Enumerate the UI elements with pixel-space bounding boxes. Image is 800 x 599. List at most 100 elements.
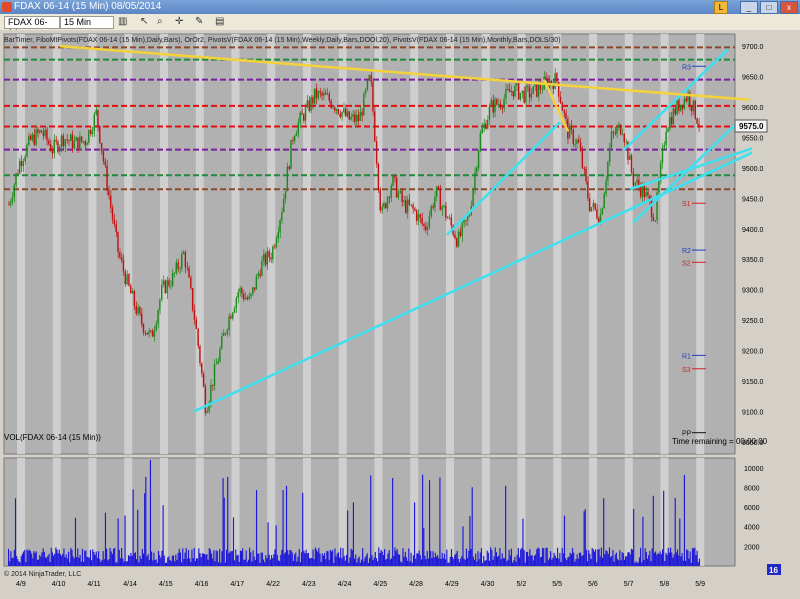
volume-bar: [627, 552, 629, 566]
volume-bar: [382, 555, 384, 566]
volume-bar: [378, 547, 380, 566]
volume-bar: [111, 553, 113, 566]
candle-body: [170, 285, 172, 287]
volume-bar: [190, 561, 192, 566]
volume-bar: [473, 559, 476, 566]
candle-body: [211, 384, 214, 386]
candle-body: [175, 262, 177, 273]
bars-icon[interactable]: ▥: [118, 16, 127, 27]
volume-bar: [396, 549, 398, 566]
volume-bar: [439, 477, 441, 566]
candle-body: [550, 80, 553, 84]
candle-body: [694, 100, 696, 119]
link-button[interactable]: L: [714, 1, 728, 14]
candle-body: [312, 97, 314, 104]
minimize-button[interactable]: _: [740, 1, 758, 14]
volume-bar: [379, 553, 381, 566]
volume-bar: [573, 552, 575, 566]
volume-bar: [239, 550, 241, 566]
volume-bar: [618, 560, 620, 566]
candle-body: [476, 167, 478, 173]
volume-bar: [422, 474, 424, 566]
candle-body: [461, 223, 463, 236]
volume-bar: [79, 555, 81, 566]
candle-body: [608, 147, 611, 162]
volume-bar: [266, 558, 268, 566]
volume-bar: [312, 549, 314, 566]
volume-bar: [544, 562, 546, 566]
volume-bar: [227, 476, 229, 566]
candle-body: [308, 100, 310, 111]
volume-bar: [616, 559, 619, 566]
candle-body: [636, 179, 638, 183]
volume-bar: [194, 561, 196, 566]
candle-body: [130, 285, 132, 294]
candle-body: [590, 207, 593, 211]
edit-icon[interactable]: ✎: [195, 16, 203, 27]
candle-body: [222, 333, 225, 336]
candle-body: [339, 113, 341, 118]
candle-body: [530, 93, 533, 98]
volume-bar: [204, 553, 206, 566]
volume-bar: [224, 562, 226, 566]
volume-bar: [516, 554, 518, 566]
app-icon: [2, 2, 12, 12]
volume-bar: [109, 547, 111, 566]
volume-bar: [530, 555, 532, 566]
volume-bar: [394, 547, 396, 566]
candle-body: [313, 88, 316, 104]
price-tick-label: 9250.0: [742, 318, 764, 325]
volume-bar: [294, 554, 296, 566]
candle-body: [292, 140, 294, 142]
volume-bar: [85, 550, 87, 566]
candle-body: [568, 125, 571, 139]
price-volume-chart[interactable]: 4/9 4/10 4/11 4/14 4/15 4/16 4/17 4/22 4/23 4/24 4…: [0, 30, 800, 594]
instrument-selector[interactable]: FDAX 06-14: [4, 16, 60, 38]
volume-bar: [40, 556, 42, 566]
close-button[interactable]: x: [780, 1, 798, 14]
volume-bar: [486, 550, 488, 566]
volume-bar: [258, 553, 260, 566]
candle-body: [66, 139, 68, 141]
candle-body: [328, 93, 330, 101]
crosshair-icon[interactable]: ✛: [175, 16, 183, 27]
candle-body: [404, 200, 407, 213]
volume-bar: [274, 549, 276, 566]
volume-bar: [318, 547, 320, 566]
volume-bar: [152, 560, 154, 566]
volume-bar: [340, 547, 342, 566]
volume-bar: [315, 549, 318, 566]
volume-bar: [387, 553, 389, 566]
candle-body: [228, 316, 230, 330]
price-tick-label: 9650.0: [742, 75, 764, 82]
session-band: [303, 458, 311, 566]
candle-body: [368, 75, 370, 81]
arrow-icon[interactable]: ↖: [140, 16, 148, 27]
candle-body: [281, 212, 283, 221]
chart-area[interactable]: 4/9 4/10 4/11 4/14 4/15 4/16 4/17 4/22 4/23 4/24 4…: [0, 30, 800, 594]
volume-bar: [611, 555, 613, 566]
maximize-button[interactable]: □: [760, 1, 778, 14]
volume-bar: [676, 549, 679, 566]
volume-bar: [585, 549, 587, 566]
candle-body: [97, 110, 99, 127]
x-tick-label: 5/9: [695, 581, 705, 588]
volume-bar: [644, 548, 646, 566]
volume-bar: [100, 561, 102, 566]
properties-icon[interactable]: ▤: [215, 16, 224, 27]
candle-body: [213, 364, 216, 386]
candle-body: [670, 117, 673, 125]
volume-bar: [513, 560, 515, 566]
interval-selector[interactable]: 15 Min: [60, 16, 114, 29]
volume-bar: [505, 485, 507, 566]
candle-body: [259, 273, 261, 276]
volume-bar: [443, 553, 446, 566]
volume-bar: [515, 561, 517, 566]
candle-body: [501, 107, 503, 109]
volume-bar: [76, 557, 78, 566]
candle-body: [596, 209, 598, 219]
volume-bar: [687, 550, 689, 566]
volume-bar: [533, 555, 536, 566]
magnifier-icon[interactable]: ⌕: [157, 16, 163, 27]
candle-body: [421, 217, 423, 224]
